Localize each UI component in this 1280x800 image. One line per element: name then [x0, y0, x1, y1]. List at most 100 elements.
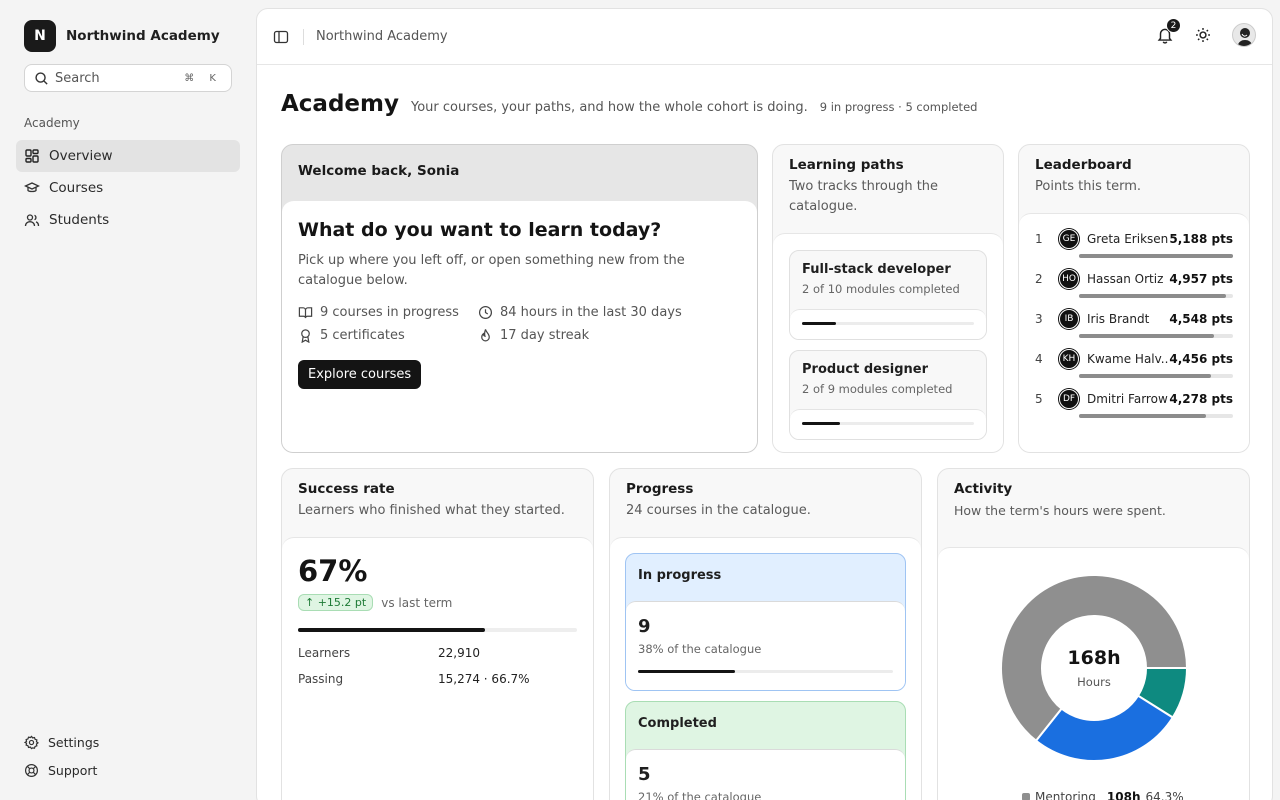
path-item[interactable]: Product designer 2 of 9 modules complete… — [789, 350, 987, 440]
sidebar-item-courses[interactable]: Courses — [16, 172, 240, 204]
path-bar-wrap — [790, 309, 986, 339]
leaderboard-row[interactable]: 2 HO Hassan Ortiz 4,957 pts — [1035, 268, 1233, 290]
path-progress-text: 2 of 10 modules completed — [802, 282, 960, 296]
lb-name: Hassan Ortiz — [1087, 272, 1164, 286]
lb-points-track — [1079, 254, 1233, 258]
tile-title: In progress — [638, 568, 722, 583]
book-icon — [298, 307, 313, 319]
lb-points-track — [1079, 334, 1233, 338]
lb-name: Dmitri Farrow — [1087, 392, 1168, 406]
users-icon — [24, 214, 40, 227]
donut-legend: Mentoring 108h 64.3% — [1022, 790, 1184, 800]
lb-name: Greta Eriksen — [1087, 232, 1169, 246]
donut-center: 168h Hours — [998, 572, 1190, 764]
path-bar-wrap — [790, 409, 986, 439]
sidebar: N Northwind Academy Search ⌘ K Academy O… — [0, 0, 256, 800]
tile-value: 5 — [638, 764, 651, 785]
tile-sub: 21% of the catalogue — [638, 790, 762, 800]
search-input[interactable]: Search ⌘ K — [24, 64, 232, 92]
welcome-stats: 9 courses in progress 84 hours in the la… — [298, 305, 741, 343]
success-rate-card: Success rate Learners who finished what … — [281, 468, 594, 800]
breadcrumb[interactable]: Northwind Academy — [316, 29, 448, 44]
page-header: Academy Your courses, your paths, and ho… — [281, 91, 977, 117]
legend-pct: 64.3% — [1145, 790, 1184, 800]
avatar: HO — [1059, 269, 1079, 289]
success-desc: Learners who finished what they started. — [298, 503, 565, 518]
avatar: DF — [1059, 389, 1079, 409]
sidebar-item-label: Students — [49, 212, 110, 228]
sidebar-item-overview[interactable]: Overview — [16, 140, 240, 172]
path-title: Full-stack developer — [802, 262, 951, 277]
leaderboard-row[interactable]: 4 KH Kwame Halv... 4,456 pts — [1035, 348, 1233, 370]
activity-body: 168h Hours Mentoring 108h 64.3% — [938, 547, 1249, 800]
grid-icon — [25, 149, 39, 163]
sidebar-section-label: Academy — [24, 116, 80, 130]
leaderboard-row[interactable]: 3 IB Iris Brandt 4,548 pts — [1035, 308, 1233, 330]
notification-badge: 2 — [1166, 18, 1181, 33]
lb-points-track — [1079, 294, 1233, 298]
theme-toggle-button[interactable] — [1194, 26, 1212, 44]
page-meta: 9 in progress · 5 completed — [819, 100, 978, 114]
lb-rank: 4 — [1035, 352, 1043, 366]
sidebar-item-support[interactable]: Support — [16, 756, 240, 784]
delta-value: +15.2 pt — [317, 596, 367, 609]
clock-icon — [478, 305, 493, 320]
lb-points-track — [1079, 374, 1233, 378]
avatar: IB — [1059, 309, 1079, 329]
progress-desc: 24 courses in the catalogue. — [626, 503, 811, 518]
tile-body: 9 38% of the catalogue — [626, 601, 905, 690]
paths-body: Full-stack developer 2 of 10 modules com… — [773, 233, 1003, 452]
sidebar-item-students[interactable]: Students — [16, 204, 240, 236]
tile-progress-fill — [638, 670, 735, 673]
sidebar-toggle-button[interactable] — [271, 27, 291, 47]
lb-points: 5,188 pts — [1169, 232, 1233, 246]
donut-total: 168h — [1067, 647, 1121, 669]
lb-points: 4,456 pts — [1169, 352, 1233, 366]
legend-swatch — [1022, 793, 1030, 800]
path-progress-track — [802, 422, 974, 425]
in-progress-tile[interactable]: In progress 9 38% of the catalogue — [625, 553, 906, 691]
legend-hours: 108h — [1106, 790, 1141, 800]
delta-badge: ↑ +15.2 pt — [298, 594, 374, 611]
leaderboard-row[interactable]: 5 DF Dmitri Farrow 4,278 pts — [1035, 388, 1233, 410]
path-progress-text: 2 of 9 modules completed — [802, 382, 953, 396]
progress-title: Progress — [626, 481, 694, 497]
stat-courses: 9 courses in progress — [298, 305, 478, 320]
sidebar-footer: Settings Support — [16, 728, 240, 784]
leaderboard-row[interactable]: 1 GE Greta Eriksen 5,188 pts — [1035, 228, 1233, 250]
page-subtitle: Your courses, your paths, and how the wh… — [410, 100, 808, 115]
gear-icon — [24, 734, 39, 749]
notifications-button[interactable]: 2 — [1156, 18, 1181, 44]
brand-logo: N — [24, 20, 56, 52]
sun-icon — [1196, 28, 1210, 42]
explore-courses-button[interactable]: Explore courses — [298, 360, 422, 389]
success-progress-fill — [298, 628, 485, 632]
learners-value: 22,910 — [438, 646, 480, 660]
lifebuoy-icon — [24, 763, 39, 777]
completed-tile[interactable]: Completed 5 21% of the catalogue — [625, 701, 906, 800]
user-avatar[interactable] — [1232, 23, 1256, 47]
activity-donut: 168h Hours — [998, 572, 1190, 764]
welcome-body: What do you want to learn today? Pick up… — [282, 200, 757, 452]
path-item[interactable]: Full-stack developer 2 of 10 modules com… — [789, 250, 987, 340]
search-placeholder: Search — [55, 70, 100, 86]
success-body: 67% ↑ +15.2 pt vs last term Learners 22,… — [282, 537, 593, 800]
brand[interactable]: N Northwind Academy — [24, 20, 220, 52]
settings-label: Settings — [48, 734, 100, 750]
learning-paths-card: Learning paths Two tracks through the ca… — [772, 144, 1004, 453]
tile-value: 9 — [638, 616, 651, 637]
path-title: Product designer — [802, 362, 928, 377]
lb-points-fill — [1079, 334, 1215, 338]
success-progress-track — [298, 628, 577, 632]
arrow-up-icon: ↑ — [305, 596, 318, 609]
avatar-icon — [1237, 28, 1253, 46]
success-delta-row: ↑ +15.2 pt vs last term — [298, 594, 577, 611]
activity-title: Activity — [954, 481, 1013, 497]
lb-points: 4,957 pts — [1169, 272, 1233, 286]
sidebar-item-settings[interactable]: Settings — [16, 728, 240, 756]
lb-points-fill — [1079, 294, 1227, 298]
avatar: GE — [1059, 229, 1079, 249]
lb-points: 4,548 pts — [1169, 312, 1233, 326]
topbar-divider — [303, 28, 304, 45]
welcome-text: Pick up where you left off, or open some… — [298, 253, 685, 288]
